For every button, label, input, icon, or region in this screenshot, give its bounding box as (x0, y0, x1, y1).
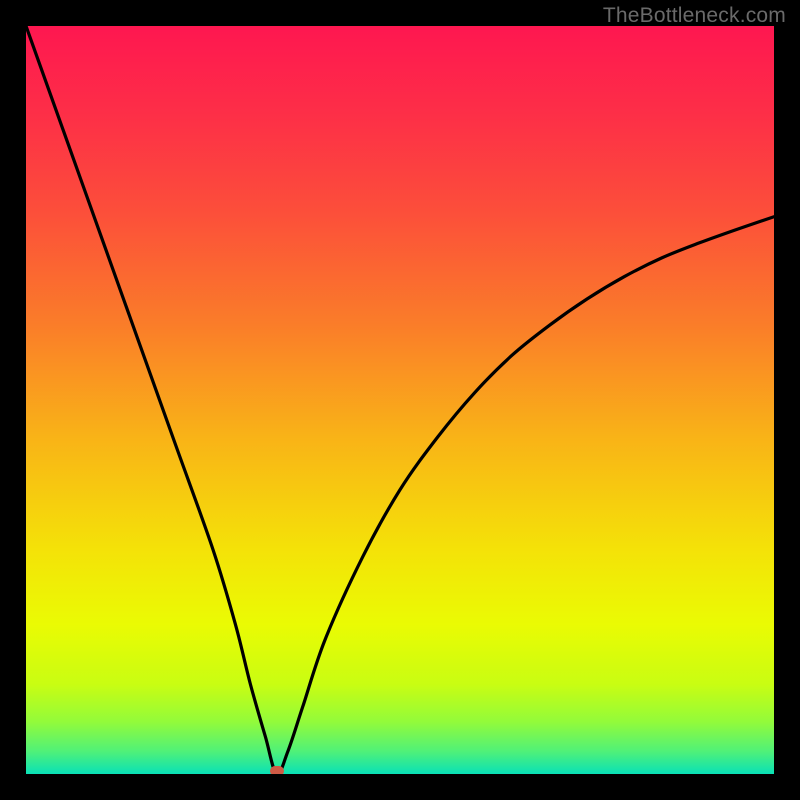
bottleneck-curve (26, 26, 774, 774)
chart-frame: TheBottleneck.com (0, 0, 800, 800)
optimal-point-marker (270, 766, 284, 774)
watermark-text: TheBottleneck.com (603, 4, 786, 28)
plot-area (26, 26, 774, 774)
